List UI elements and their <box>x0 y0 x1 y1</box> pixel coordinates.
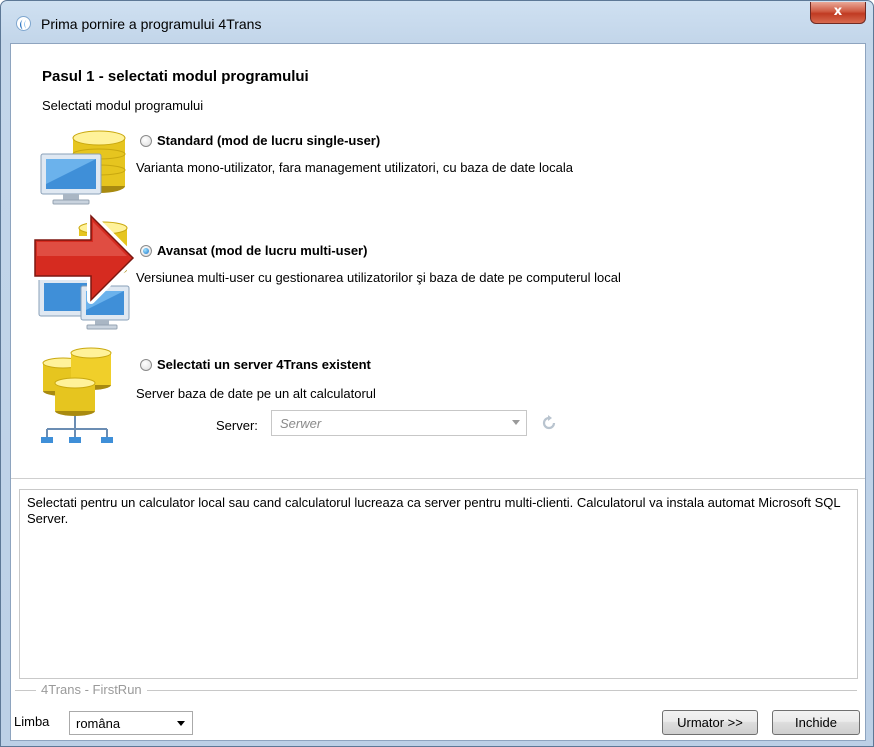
app-logo-icon <box>16 16 31 31</box>
option-server-label[interactable]: Selectati un server 4Trans existent <box>157 357 371 372</box>
option-standard-description: Varianta mono-utilizator, fara managemen… <box>136 160 573 175</box>
server-select[interactable]: Serwer <box>271 410 527 436</box>
radio-server[interactable] <box>140 359 152 371</box>
title-bar[interactable]: Prima pornire a programului 4Trans x <box>1 1 873 41</box>
chevron-down-icon <box>512 420 520 425</box>
option-standard-label[interactable]: Standard (mod de lucru single-user) <box>157 133 380 148</box>
radio-standard[interactable] <box>140 135 152 147</box>
computer-database-icon <box>40 130 126 205</box>
window-close-button[interactable]: x <box>810 2 866 24</box>
language-select-value: româna <box>76 716 121 731</box>
next-button[interactable]: Urmator >> <box>662 710 758 735</box>
refresh-icon[interactable] <box>540 414 558 432</box>
database-server-icon <box>41 347 113 443</box>
info-text: Selectati pentru un calculator local sau… <box>27 495 841 526</box>
option-avansat-description: Versiunea multi-user cu gestionarea util… <box>136 270 621 285</box>
option-avansat-label[interactable]: Avansat (mod de lucru multi-user) <box>157 243 367 258</box>
language-select[interactable]: româna <box>69 711 193 735</box>
radio-avansat[interactable] <box>140 245 152 257</box>
info-box: Selectati pentru un calculator local sau… <box>19 489 858 679</box>
chevron-down-icon <box>177 721 185 726</box>
server-select-placeholder: Serwer <box>280 416 322 431</box>
step-subtitle: Selectati modul programului <box>42 98 204 113</box>
step-title: Pasul 1 - selectati modul programului <box>42 68 309 85</box>
arrow-right-icon <box>31 212 137 304</box>
dialog-window: Prima pornire a programului 4Trans x Pas… <box>0 0 874 747</box>
server-label: Server: <box>216 418 258 433</box>
close-button[interactable]: Inchide <box>772 710 860 735</box>
option-server-description: Server baza de date pe un alt calculator… <box>136 386 376 401</box>
window-title: Prima pornire a programului 4Trans <box>41 16 262 32</box>
language-label: Limba <box>14 714 50 729</box>
group-caption: 4Trans - FirstRun <box>36 682 147 697</box>
wizard-panel: Pasul 1 - selectati modul programului Se… <box>10 43 866 741</box>
divider <box>11 478 865 479</box>
